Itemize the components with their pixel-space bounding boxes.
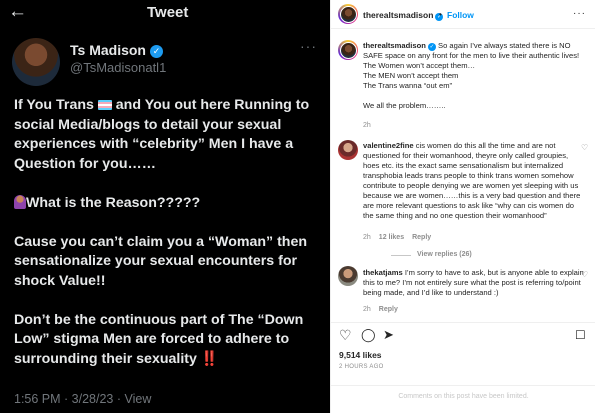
tweet-paragraph: Don’t be the continuous part of The “Dow… <box>14 311 326 370</box>
ellipsis-icon[interactable]: ··· <box>300 38 317 54</box>
heart-icon[interactable]: ♡ <box>581 143 588 152</box>
post-caption: therealtsmadison ✓ So again I’ve always s… <box>363 41 585 111</box>
avatar[interactable] <box>338 40 358 60</box>
comment-time: 2h <box>363 234 371 241</box>
follow-button[interactable]: Follow <box>447 10 474 20</box>
author-name[interactable]: Ts Madison ✓ <box>70 42 163 58</box>
comment-username[interactable]: thekatjams <box>363 268 403 277</box>
tweet-line: If You Trans <box>14 97 94 113</box>
instagram-panel: therealtsmadison ✓ • Follow ··· therealts… <box>330 0 595 413</box>
post-header: therealtsmadison ✓ • Follow ··· <box>331 0 595 29</box>
tweet-paragraph: If You Trans and You out here Running to… <box>14 96 326 174</box>
caption-username[interactable]: therealtsmadison <box>363 41 426 50</box>
comment-text: cis women do this all the time and are n… <box>363 141 581 220</box>
caption-line: The MEN won’t accept them <box>363 71 459 80</box>
heart-icon[interactable]: ♡ <box>339 328 352 342</box>
tweet-line: What is the Reason????? <box>26 194 201 211</box>
tweet-paragraph: Cause you can’t claim you a “Woman” then… <box>14 233 326 292</box>
comment-username[interactable]: valentine2fine <box>363 141 414 150</box>
author-name-text[interactable]: Ts Madison <box>70 42 146 58</box>
comment-icon[interactable]: ◯ <box>361 328 376 342</box>
separator-dot: • <box>439 10 442 19</box>
comment: valentine2fine cis women do this all the… <box>363 141 585 221</box>
avatar[interactable] <box>338 140 358 160</box>
tweet-panel: ← Tweet Ts Madison ✓ @TsMadisonatl1 ··· I… <box>0 0 330 413</box>
caption-line: We all the problem…….. <box>363 101 446 110</box>
author-handle[interactable]: @TsMadisonatl1 <box>70 60 166 75</box>
tweet-line: Cause you can’t claim you a “Woman” then… <box>14 233 308 289</box>
likes-count[interactable]: 9,514 likes <box>339 350 382 360</box>
caption-line: The Trans wanna “out em” <box>363 81 453 90</box>
verified-badge-icon: ✓ <box>149 45 163 58</box>
divider <box>391 255 411 256</box>
comment-meta: 2h Reply <box>363 306 398 313</box>
header-username[interactable]: therealtsmadison ✓ <box>363 10 444 21</box>
comment-meta: 2h 12 likes Reply <box>363 234 431 241</box>
comment: thekatjams I’m sorry to have to ask, but… <box>363 268 585 298</box>
reply-button[interactable]: Reply <box>412 234 431 241</box>
heart-icon[interactable]: ♡ <box>581 270 588 279</box>
ellipsis-icon[interactable]: ··· <box>573 8 586 19</box>
username-text[interactable]: therealtsmadison <box>363 10 433 20</box>
bookmark-icon[interactable]: ☐ <box>575 328 586 342</box>
tweet-text: If You Trans and You out here Running to… <box>14 96 326 389</box>
tweet-line: Don’t be the continuous part of The “Dow… <box>14 311 304 367</box>
tweet-paragraph: What is the Reason????? <box>14 194 326 214</box>
comment-likes[interactable]: 12 likes <box>379 234 404 241</box>
arrow-left-icon[interactable]: ← <box>8 1 27 23</box>
avatar[interactable] <box>338 266 358 286</box>
paper-plane-icon[interactable]: ➤ <box>383 328 394 342</box>
verified-badge-icon: ✓ <box>427 43 436 51</box>
avatar[interactable] <box>338 4 358 24</box>
caption-line: The Women won’t accept them… <box>363 61 476 70</box>
action-bar: ♡ ◯ ➤ ☐ <box>331 322 595 343</box>
tweet-timestamp[interactable]: 1:56 PM · 3/28/23 · View <box>14 392 151 406</box>
reply-button[interactable]: Reply <box>379 306 398 313</box>
view-replies-button[interactable]: View replies (26) <box>417 251 472 258</box>
avatar[interactable] <box>12 38 60 86</box>
post-time: 2 HOURS AGO <box>339 364 384 370</box>
caption-time: 2h <box>363 122 371 129</box>
comment-time: 2h <box>363 306 371 313</box>
double-exclamation-icon: ‼️ <box>200 350 219 367</box>
transgender-flag-icon <box>97 100 112 110</box>
tweet-header: ← Tweet <box>0 0 330 26</box>
page-title: Tweet <box>147 4 189 21</box>
person-gesturing-icon <box>14 194 26 209</box>
comments-limited-notice: Comments on this post have been limited. <box>331 385 595 413</box>
